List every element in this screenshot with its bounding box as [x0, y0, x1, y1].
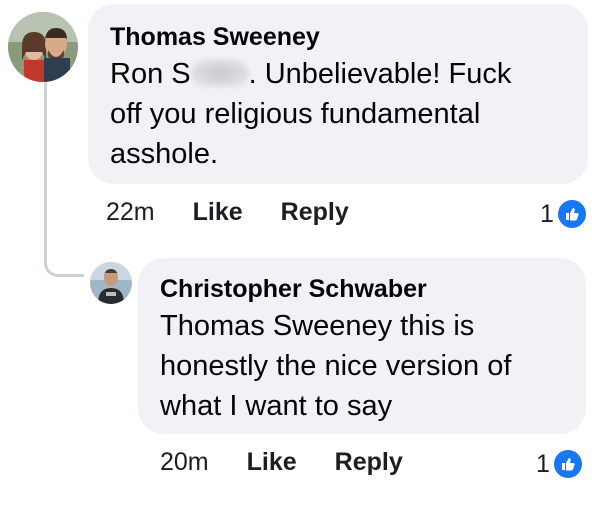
- reaction-count: 1: [540, 199, 554, 228]
- reaction-summary[interactable]: 1: [540, 198, 588, 230]
- thumbs-up-icon: [551, 448, 584, 480]
- comment-text: Thomas Sweeney this is honestly the nice…: [160, 310, 512, 422]
- like-button[interactable]: Like: [193, 198, 243, 227]
- redacted-blur: [190, 59, 249, 87]
- avatar-christopher-schwaber[interactable]: [90, 262, 132, 304]
- thread-connector-line: [44, 82, 47, 260]
- comment-author[interactable]: Thomas Sweeney: [110, 22, 566, 52]
- comment-timestamp[interactable]: 20m: [160, 448, 209, 477]
- like-button[interactable]: Like: [247, 448, 297, 477]
- reaction-summary[interactable]: 1: [536, 448, 584, 480]
- comment-actions: 20m Like Reply: [160, 448, 403, 477]
- comment-author[interactable]: Christopher Schwaber: [160, 274, 564, 304]
- comment-text: Ron S. Unbelievable! Fuck off you religi…: [110, 58, 512, 170]
- comment-bubble: Thomas Sweeney Ron S. Unbelievable! Fuck…: [88, 4, 588, 184]
- comment-actions: 22m Like Reply: [106, 198, 349, 227]
- reply-bubble: Christopher Schwaber Thomas Sweeney this…: [138, 258, 586, 434]
- reaction-count: 1: [536, 449, 550, 478]
- reply-button[interactable]: Reply: [335, 448, 403, 477]
- comment-timestamp[interactable]: 22m: [106, 198, 155, 227]
- thread-connector-curve: [44, 255, 84, 277]
- thumbs-up-icon: [555, 198, 588, 230]
- avatar-thomas-sweeney[interactable]: [8, 12, 78, 82]
- reply-button[interactable]: Reply: [281, 198, 349, 227]
